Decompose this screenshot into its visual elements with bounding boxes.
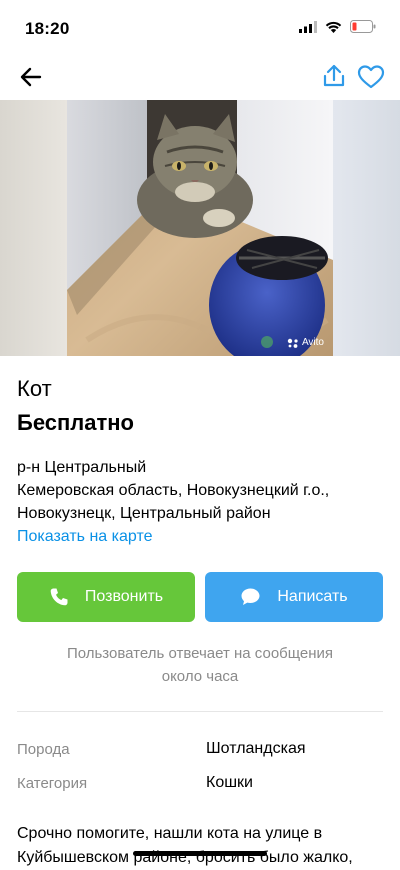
address-district: р-н Центральный	[17, 459, 147, 476]
home-indicator[interactable]	[133, 851, 267, 856]
back-arrow-icon[interactable]	[16, 62, 46, 92]
wifi-icon	[325, 21, 342, 33]
photo-gallery[interactable]: Avito	[0, 100, 400, 356]
message-button-label: Написать	[277, 588, 348, 605]
status-time: 18:20	[25, 19, 70, 38]
section-divider	[17, 711, 383, 712]
message-button[interactable]: Написать	[205, 572, 383, 622]
listing-title: Кот	[17, 376, 52, 401]
listing-description: Срочно помогите, нашли кота на улице в К…	[17, 822, 383, 870]
address-city: Новокузнецк, Центральный район	[17, 505, 271, 522]
avito-logo-icon	[287, 338, 298, 348]
prev-photo-preview[interactable]	[0, 100, 67, 356]
heart-icon[interactable]	[356, 62, 386, 92]
param-value-breed: Шотландская	[206, 740, 306, 757]
listing-address: р-н Центральный Кемеровская область, Нов…	[17, 456, 387, 548]
top-nav-bar	[0, 52, 400, 100]
call-button[interactable]: Позвонить	[17, 572, 195, 622]
watermark-text: Avito	[301, 337, 324, 348]
share-icon[interactable]	[320, 62, 348, 90]
call-button-label: Позвонить	[84, 588, 164, 605]
avito-watermark: Avito	[287, 337, 324, 348]
listing-photo[interactable]	[67, 100, 333, 356]
description-line2: Куйбышевском районе, бросить было жалко,	[17, 849, 353, 866]
show-on-map-link[interactable]: Показать на карте	[17, 525, 387, 548]
param-label-breed: Порода	[17, 741, 70, 758]
phone-icon	[50, 588, 68, 606]
battery-low-icon	[350, 20, 376, 33]
response-hint-line1: Пользователь отвечает на сообщения	[66, 645, 334, 662]
description-line1: Срочно помогите, нашли кота на улице в	[17, 825, 323, 842]
chat-bubble-icon	[241, 588, 260, 605]
status-bar: 18:20	[0, 0, 400, 52]
listing-price: Бесплатно	[17, 410, 134, 435]
status-icons	[299, 20, 376, 33]
param-value-category: Кошки	[206, 774, 253, 791]
param-label-category: Категория	[17, 775, 88, 792]
response-hint-line2: около часа	[161, 668, 239, 685]
address-region: Кемеровская область, Новокузнецкий г.о.,	[17, 482, 330, 499]
cellular-signal-icon	[299, 20, 317, 33]
response-time-hint: Пользователь отвечает на сообщения около…	[17, 642, 383, 688]
next-photo-preview[interactable]	[333, 100, 400, 356]
